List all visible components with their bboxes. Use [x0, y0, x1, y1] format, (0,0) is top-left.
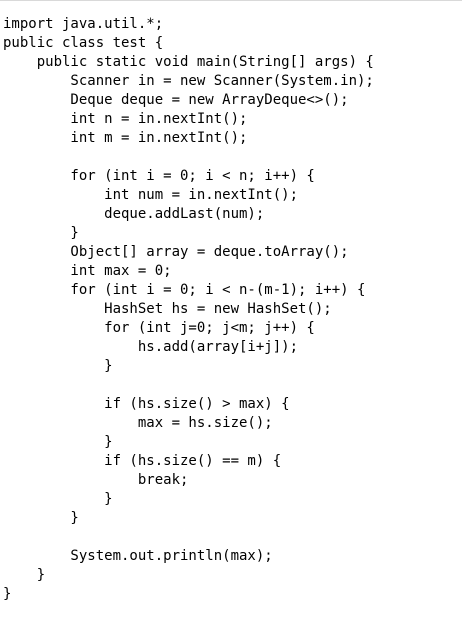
code-line: } — [3, 225, 79, 241]
code-line: Deque deque = new ArrayDeque<>(); — [3, 92, 349, 108]
code-line: int num = in.nextInt(); — [3, 187, 299, 203]
code-line: public static void main(String[] args) { — [3, 54, 374, 70]
code-line: int max = 0; — [3, 263, 172, 279]
code-line: HashSet hs = new HashSet(); — [3, 301, 332, 317]
code-line: int n = in.nextInt(); — [3, 111, 248, 127]
code-line: public class test { — [3, 35, 164, 51]
code-line: deque.addLast(num); — [3, 206, 265, 222]
code-line: for (int i = 0; i < n; i++) { — [3, 168, 315, 184]
code-line: if (hs.size() > max) { — [3, 396, 290, 412]
code-line: if (hs.size() == m) { — [3, 453, 282, 469]
code-line: for (int j=0; j<m; j++) { — [3, 320, 315, 336]
code-line: Scanner in = new Scanner(System.in); — [3, 73, 374, 89]
code-line: } — [3, 586, 12, 602]
code-line: int m = in.nextInt(); — [3, 130, 248, 146]
code-line: max = hs.size(); — [3, 415, 273, 431]
code-line: break; — [3, 472, 189, 488]
code-line: Object[] array = deque.toArray(); — [3, 244, 349, 260]
code-line: System.out.println(max); — [3, 548, 273, 564]
code-line: } — [3, 434, 113, 450]
code-line: } — [3, 491, 113, 507]
code-line: hs.add(array[i+j]); — [3, 339, 299, 355]
code-line: } — [3, 567, 46, 583]
code-line: } — [3, 358, 113, 374]
code-screenshot: import java.util.*; public class test { … — [0, 0, 462, 643]
code-block: import java.util.*; public class test { … — [3, 15, 374, 604]
code-line: } — [3, 510, 79, 526]
code-line: import java.util.*; — [3, 16, 164, 32]
code-line: for (int i = 0; i < n-(m-1); i++) { — [3, 282, 366, 298]
